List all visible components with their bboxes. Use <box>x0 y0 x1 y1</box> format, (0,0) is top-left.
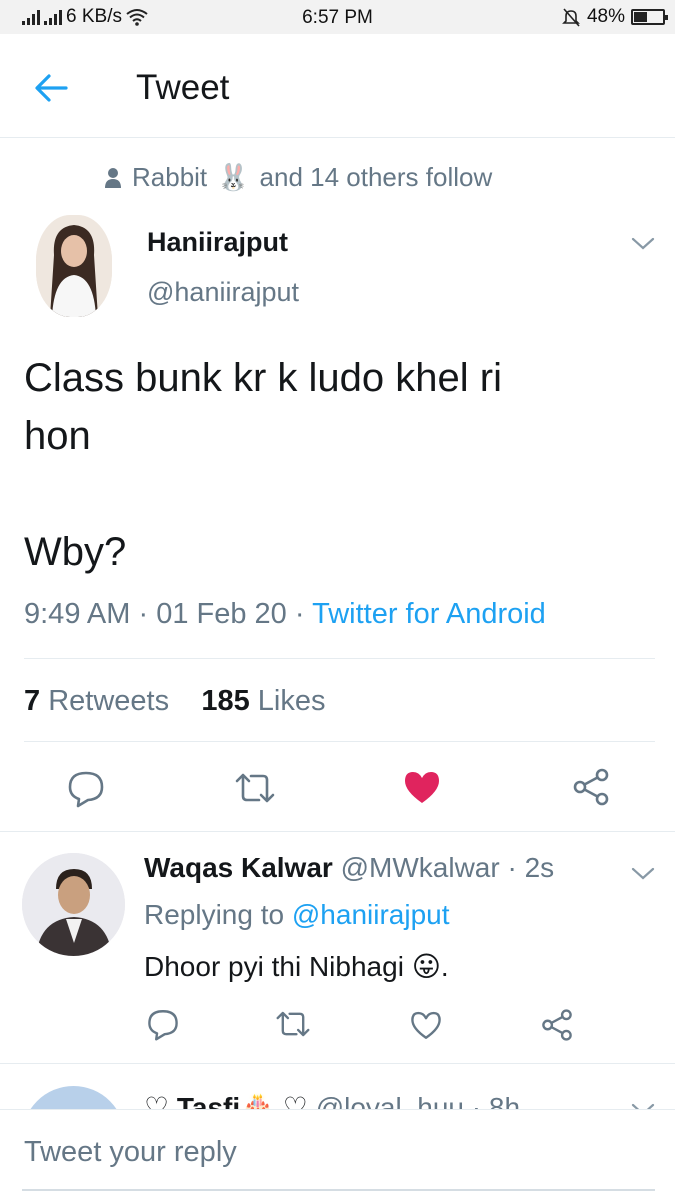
chevron-down-icon[interactable] <box>630 1102 656 1109</box>
back-arrow-icon <box>35 74 68 102</box>
reply-icon <box>148 1010 178 1041</box>
tongue-emoji: 😛 <box>411 951 441 982</box>
retweets-label: Retweets <box>48 685 170 717</box>
social-context[interactable]: Rabbit 🐰 and 14 others follow <box>104 162 492 193</box>
retweets-count: 7 <box>24 685 41 717</box>
retweet-icon <box>276 1011 310 1037</box>
likes-label: Likes <box>257 685 326 717</box>
share-button[interactable] <box>571 767 611 807</box>
reply-reply-button[interactable] <box>146 1007 180 1041</box>
replying-to-link[interactable]: @haniirajput <box>292 899 450 930</box>
retweet-button[interactable] <box>233 768 275 808</box>
next-reply-author-name[interactable]: ♡ Tasfi🎂 ♡ <box>144 1092 308 1109</box>
next-reply-author-handle[interactable]: @loyal_huu · 8h <box>316 1092 520 1109</box>
heart-icon <box>411 1011 441 1039</box>
reply-input-underline <box>22 1189 655 1191</box>
reply-compose-bar <box>0 1109 675 1200</box>
tweet-author-name[interactable]: Haniirajput <box>147 227 288 258</box>
reply-header: Waqas Kalwar @MWkalwar · 2s <box>144 852 554 884</box>
social-text: and 14 others follow <box>259 162 493 192</box>
status-right: 48% <box>561 6 668 28</box>
battery-percent: 48% <box>586 6 625 27</box>
reply-button[interactable] <box>66 768 106 808</box>
divider <box>24 658 655 659</box>
likes-count: 185 <box>201 685 250 717</box>
reply-time: · 2s <box>507 852 555 883</box>
reply-trailing: . <box>440 951 449 982</box>
rabbit-emoji: 🐰 <box>217 162 250 192</box>
avatar[interactable] <box>36 215 112 317</box>
tweet-source-link[interactable]: Twitter for Android <box>312 598 546 630</box>
retweets-stat[interactable]: 7 Retweets <box>24 685 169 717</box>
alarm-off-icon <box>562 8 580 27</box>
reply-body: Dhoor pyi thi Nibhagi <box>144 951 404 982</box>
meta-separator: · <box>294 598 305 630</box>
tweet-time: 9:49 AM <box>24 598 131 630</box>
next-reply-header: ♡ Tasfi🎂 ♡ @loyal_huu · 8h <box>144 1091 520 1109</box>
chevron-down-icon[interactable] <box>630 236 656 252</box>
next-reply-avatar[interactable] <box>22 1086 125 1109</box>
battery-icon <box>631 9 668 25</box>
next-reply[interactable]: ♡ Tasfi🎂 ♡ @loyal_huu · 8h <box>0 1063 675 1109</box>
tweet-reply-input[interactable] <box>24 1136 652 1169</box>
tweet-date: 01 Feb 20 <box>156 598 287 630</box>
reply-author-name[interactable]: Waqas Kalwar <box>144 852 333 883</box>
likes-stat[interactable]: 185 Likes <box>201 685 325 717</box>
reply-share-button[interactable] <box>540 1008 574 1042</box>
reply-text: Dhoor pyi thi Nibhagi 😛. <box>144 950 449 983</box>
reply-like-button[interactable] <box>409 1008 443 1042</box>
reply-avatar-photo <box>22 853 125 956</box>
divider <box>0 831 675 832</box>
share-icon <box>542 1009 572 1041</box>
reply-author-handle[interactable]: @MWkalwar <box>341 852 500 883</box>
chevron-down-icon[interactable] <box>630 866 656 882</box>
social-follower: Rabbit <box>132 162 208 192</box>
reply-icon <box>68 771 104 808</box>
back-button[interactable] <box>30 66 74 110</box>
meta-separator: · <box>138 598 149 630</box>
heart-filled-icon <box>405 772 439 803</box>
tweet-text: Class bunk kr k ludo khel ri hon Wby? <box>24 356 502 574</box>
retweet-icon <box>235 773 275 803</box>
page-title: Tweet <box>136 68 230 107</box>
replying-prefix: Replying to <box>144 899 285 930</box>
like-button[interactable] <box>402 767 442 807</box>
tweet-stats: 7 Retweets 185 Likes <box>24 685 325 718</box>
replying-to: Replying to @haniirajput <box>144 899 450 931</box>
header: Tweet <box>0 34 675 138</box>
person-icon <box>105 167 121 188</box>
divider <box>24 741 655 742</box>
tweet-author-handle[interactable]: @haniirajput <box>147 277 299 308</box>
reply-retweet-button[interactable] <box>274 1007 312 1041</box>
status-bar: 6 KB/s 6:57 PM 48% <box>0 0 675 34</box>
reply-avatar[interactable] <box>22 853 125 956</box>
avatar-photo <box>36 215 112 317</box>
tweet-meta: 9:49 AM · 01 Feb 20 · Twitter for Androi… <box>24 598 546 631</box>
share-icon <box>573 768 609 806</box>
